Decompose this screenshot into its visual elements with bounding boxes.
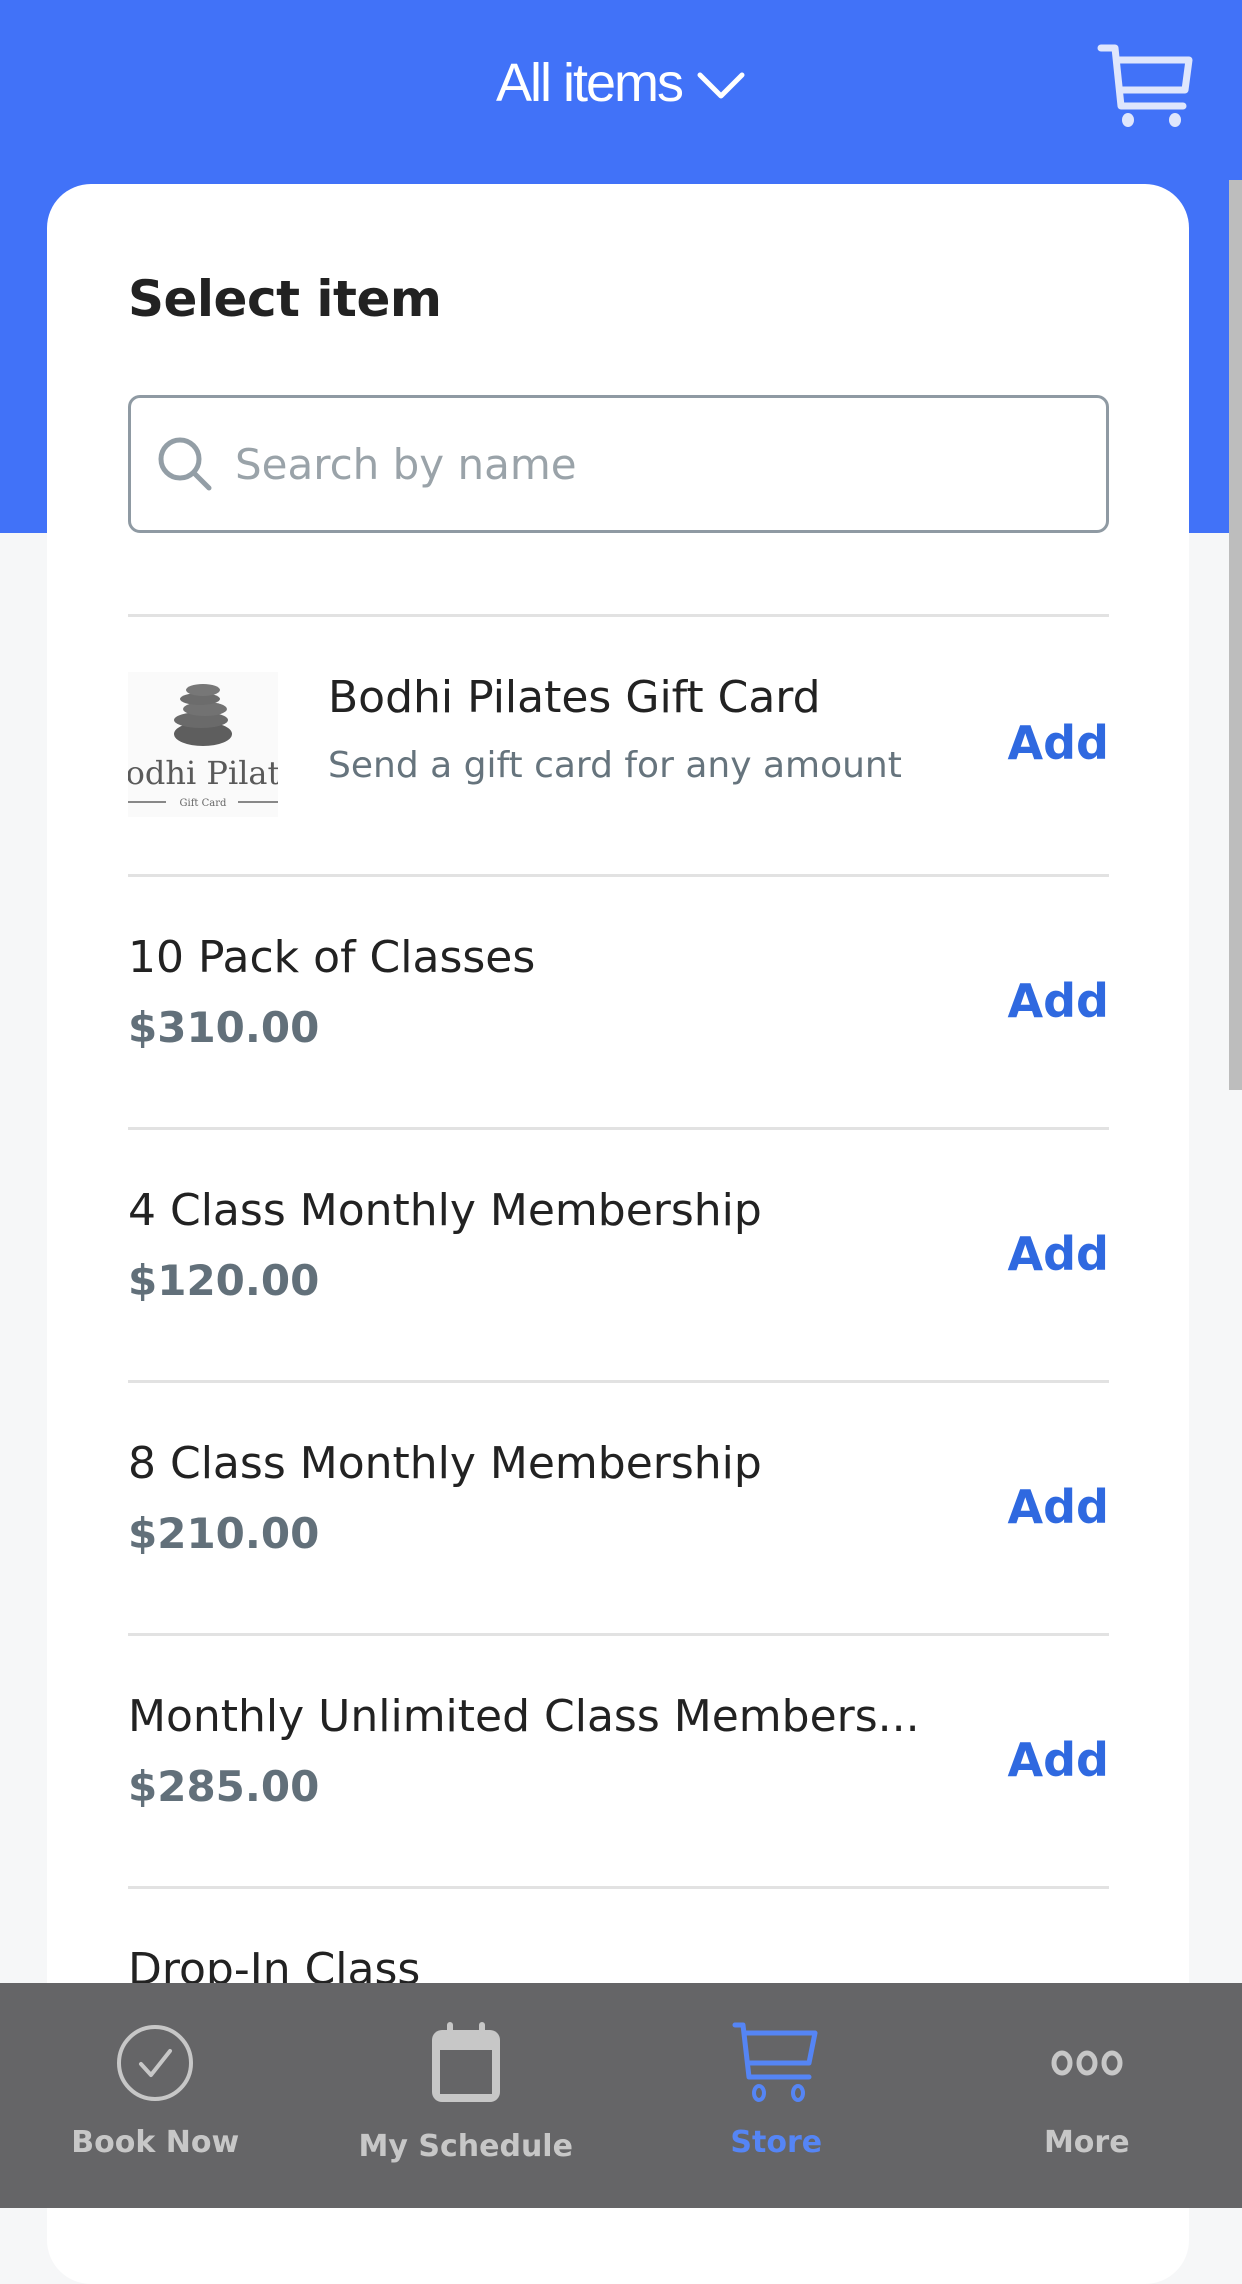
stones-logo-icon: odhi Pilat Gift Card: [128, 672, 278, 817]
tab-label: My Schedule: [359, 2129, 573, 2164]
divider: [128, 1633, 1109, 1636]
card-title: Select item: [128, 270, 441, 328]
cart-icon: [731, 2021, 821, 2105]
category-dropdown[interactable]: All items: [0, 52, 1242, 114]
tab-label: Store: [730, 2125, 822, 2160]
bottom-tab-bar: Book Now My Schedule Store: [0, 1983, 1242, 2208]
tab-label: More: [1044, 2125, 1130, 2160]
tab-more[interactable]: More: [932, 1983, 1242, 2208]
add-button[interactable]: Add: [1008, 716, 1109, 770]
list-item[interactable]: 8 Class Monthly Membership $210.00 Add: [128, 1438, 1109, 1558]
item-name: Monthly Unlimited Class Members...: [128, 1691, 978, 1742]
divider: [128, 1380, 1109, 1383]
list-item[interactable]: Monthly Unlimited Class Members... $285.…: [128, 1691, 1109, 1811]
gift-card-image: odhi Pilat Gift Card: [128, 672, 278, 817]
divider: [128, 614, 1109, 617]
item-name: 8 Class Monthly Membership: [128, 1438, 978, 1489]
select-item-card: Select item odhi Pilat Gift Card: [47, 184, 1189, 2284]
item-name: Bodhi Pilates Gift Card: [328, 672, 902, 723]
list-item[interactable]: 10 Pack of Classes $310.00 Add: [128, 932, 1109, 1052]
chevron-down-icon: [696, 71, 746, 101]
add-button[interactable]: Add: [1008, 1227, 1109, 1281]
calendar-icon: [431, 2022, 501, 2104]
search-icon: [155, 434, 215, 494]
category-dropdown-label: All items: [496, 52, 682, 114]
divider: [128, 874, 1109, 877]
gift-card-image-text: odhi Pilat: [128, 754, 278, 792]
item-name: 4 Class Monthly Membership: [128, 1185, 978, 1236]
item-price: $285.00: [128, 1762, 1109, 1811]
cart-icon: [1095, 40, 1195, 130]
item-description: Send a gift card for any amount: [328, 745, 902, 786]
tab-book-now[interactable]: Book Now: [0, 1983, 311, 2208]
header-cart-button[interactable]: [1095, 40, 1195, 130]
add-button[interactable]: Add: [1008, 1480, 1109, 1534]
tab-my-schedule[interactable]: My Schedule: [311, 1983, 622, 2208]
item-price: $310.00: [128, 1003, 1109, 1052]
search-input[interactable]: [235, 440, 1085, 489]
gift-card-image-subtext: Gift Card: [180, 798, 227, 809]
item-name: 10 Pack of Classes: [128, 932, 978, 983]
tab-store[interactable]: Store: [621, 1983, 932, 2208]
item-price: $120.00: [128, 1256, 1109, 1305]
add-button[interactable]: Add: [1008, 1733, 1109, 1787]
divider: [128, 1127, 1109, 1130]
search-field[interactable]: [128, 395, 1109, 533]
list-item[interactable]: 4 Class Monthly Membership $120.00 Add: [128, 1185, 1109, 1305]
item-price: $210.00: [128, 1509, 1109, 1558]
check-circle-icon: [115, 2023, 195, 2103]
divider: [128, 1886, 1109, 1889]
tab-label: Book Now: [71, 2125, 239, 2160]
more-dots-icon: [1051, 2048, 1123, 2078]
scrollbar[interactable]: [1229, 180, 1242, 1090]
list-item-gift-card[interactable]: odhi Pilat Gift Card Bodhi Pilates Gift …: [128, 672, 1109, 817]
add-button[interactable]: Add: [1008, 974, 1109, 1028]
